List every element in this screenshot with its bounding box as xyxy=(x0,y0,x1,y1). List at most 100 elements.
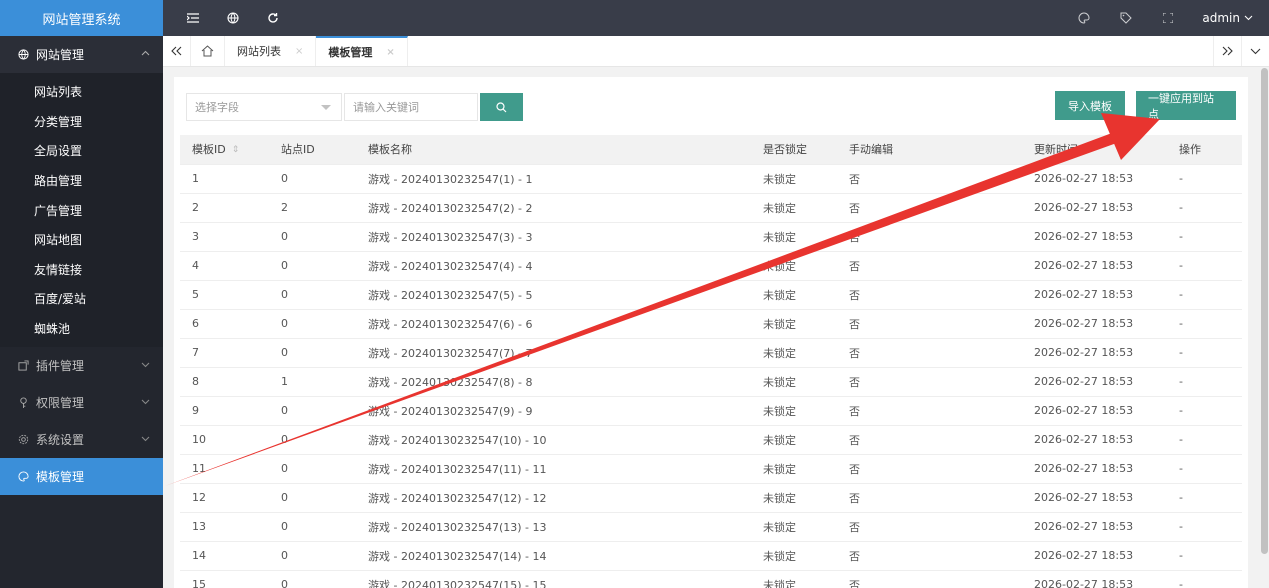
cell-template-id: 11 xyxy=(180,454,269,484)
cell-template-name: 游戏 - 20240130232547(7) - 7 xyxy=(356,338,751,368)
cell-site-id: 0 xyxy=(269,541,356,571)
cell-template-id: 13 xyxy=(180,512,269,542)
user-menu[interactable]: admin xyxy=(1202,11,1253,25)
table-row: 5 0 游戏 - 20240130232547(5) - 5 未锁定否 2026-02-… xyxy=(180,280,1242,310)
table-row: 14 0 游戏 - 20240130232547(14) - 14 未锁定否 2026-… xyxy=(180,541,1242,571)
sidebar-item-routes[interactable]: 路由管理 xyxy=(0,166,163,196)
sidebar-item-templates[interactable]: 模板管理 xyxy=(0,458,163,496)
tabs-menu-button[interactable] xyxy=(1241,36,1269,66)
tab-templates[interactable]: 模板管理 × xyxy=(316,36,408,66)
close-icon[interactable]: × xyxy=(295,46,303,57)
sidebar-group-website[interactable]: 网站管理 xyxy=(0,36,163,73)
palette-icon xyxy=(16,470,30,484)
sidebar-item-baidu[interactable]: 百度/爱站 xyxy=(0,284,163,314)
cell-locked: 未锁定 xyxy=(751,570,837,588)
cell-updated-time: 2026-02-27 18:53 xyxy=(1022,425,1167,455)
template-table: 模板ID ⇕ 站点ID 模板名称 是否锁定 手动编辑 更新时间 操作 1 0 游戏 -… xyxy=(180,135,1242,588)
cell-manual-edit: 否 xyxy=(837,570,1022,588)
cell-site-id: 0 xyxy=(269,222,356,252)
refresh-icon[interactable] xyxy=(263,8,283,28)
sidebar-item-sitemap[interactable]: 网站地图 xyxy=(0,225,163,255)
sidebar-group-permissions[interactable]: 权限管理 xyxy=(0,384,163,421)
sidebar-group-label: 插件管理 xyxy=(36,359,85,374)
cell-manual-edit: 否 xyxy=(837,483,1022,513)
search-button[interactable] xyxy=(480,93,523,121)
double-chevron-left-icon xyxy=(171,46,182,56)
tab-site-list[interactable]: 网站列表 × xyxy=(225,36,317,66)
cell-locked: 未锁定 xyxy=(751,541,837,571)
page-scrollbar[interactable] xyxy=(1261,68,1268,554)
table-row: 13 0 游戏 - 20240130232547(13) - 13 未锁定否 2026-… xyxy=(180,512,1242,542)
cell-manual-edit: 否 xyxy=(837,541,1022,571)
cell-manual-edit: 否 xyxy=(837,280,1022,310)
cell-actions: - xyxy=(1167,541,1242,571)
cell-site-id: 0 xyxy=(269,309,356,339)
sidebar-group-label: 网站管理 xyxy=(36,48,85,62)
table-row: 10 0 游戏 - 20240130232547(10) - 10 未锁定否 2026-… xyxy=(180,425,1242,455)
cell-manual-edit: 否 xyxy=(837,222,1022,252)
fullscreen-icon[interactable] xyxy=(1158,8,1178,28)
table-row: 2 2 游戏 - 20240130232547(2) - 2 未锁定否 2026-02-… xyxy=(180,193,1242,223)
import-template-button[interactable]: 导入模板 xyxy=(1055,91,1125,120)
header-template-name: 模板名称 xyxy=(356,135,751,165)
chevron-down-icon xyxy=(1250,48,1261,54)
cell-template-id: 4 xyxy=(180,251,269,281)
cell-updated-time: 2026-02-27 18:53 xyxy=(1022,193,1167,223)
cell-updated-time: 2026-02-27 18:53 xyxy=(1022,512,1167,542)
cell-template-name: 游戏 - 20240130232547(12) - 12 xyxy=(356,483,751,513)
sidebar-item-category[interactable]: 分类管理 xyxy=(0,107,163,137)
menu-toggle-icon[interactable] xyxy=(183,8,203,28)
cell-actions: - xyxy=(1167,164,1242,194)
cell-template-name: 游戏 - 20240130232547(10) - 10 xyxy=(356,425,751,455)
tab-home[interactable] xyxy=(191,36,225,66)
header-template-id[interactable]: 模板ID ⇕ xyxy=(180,135,269,165)
cell-updated-time: 2026-02-27 18:53 xyxy=(1022,570,1167,588)
table-row: 3 0 游戏 - 20240130232547(3) - 3 未锁定否 2026-02-… xyxy=(180,222,1242,252)
chevron-down-icon xyxy=(139,433,151,445)
table-row: 15 0 游戏 - 20240130232547(15) - 15 未锁定否 2026-… xyxy=(180,570,1242,588)
sidebar-item-spider-pool[interactable]: 蜘蛛池 xyxy=(0,314,163,344)
table-row: 11 0 游戏 - 20240130232547(11) - 11 未锁定否 2026-… xyxy=(180,454,1242,484)
cell-updated-time: 2026-02-27 18:53 xyxy=(1022,396,1167,426)
cell-manual-edit: 否 xyxy=(837,396,1022,426)
sort-icon[interactable]: ⇕ xyxy=(232,145,240,155)
theme-icon[interactable] xyxy=(1074,8,1094,28)
apply-to-sites-button[interactable]: 一键应用到站点 xyxy=(1136,91,1236,121)
table-row: 8 1 游戏 - 20240130232547(8) - 8 未锁定否 2026-02-… xyxy=(180,367,1242,397)
tabs-scroll-right-button[interactable] xyxy=(1213,36,1241,66)
cell-site-id: 0 xyxy=(269,425,356,455)
sidebar-item-site-list[interactable]: 网站列表 xyxy=(0,77,163,107)
cell-site-id: 0 xyxy=(269,164,356,194)
tag-icon[interactable] xyxy=(1116,8,1136,28)
keyword-input[interactable] xyxy=(344,93,478,121)
header-manual-edit: 手动编辑 xyxy=(837,135,1022,165)
cell-actions: - xyxy=(1167,251,1242,281)
table-row: 7 0 游戏 - 20240130232547(7) - 7 未锁定否 2026-02-… xyxy=(180,338,1242,368)
globe-icon[interactable] xyxy=(223,8,243,28)
table-row: 12 0 游戏 - 20240130232547(12) - 12 未锁定否 2026-… xyxy=(180,483,1242,513)
cell-site-id: 0 xyxy=(269,251,356,281)
content-panel: 选择字段 导入模板 一键应用到站点 模板ID⇕ 站点ID 模板名称 是否锁定 手… xyxy=(174,77,1248,588)
cell-manual-edit: 否 xyxy=(837,425,1022,455)
tabs-scroll-left-button[interactable] xyxy=(163,36,191,66)
key-icon xyxy=(16,396,30,410)
chevron-down-icon xyxy=(139,396,151,408)
cell-locked: 未锁定 xyxy=(751,309,837,339)
table-row: 9 0 游戏 - 20240130232547(9) - 9 未锁定否 2026-02-… xyxy=(180,396,1242,426)
cell-locked: 未锁定 xyxy=(751,425,837,455)
cell-locked: 未锁定 xyxy=(751,222,837,252)
sidebar-item-global-settings[interactable]: 全局设置 xyxy=(0,136,163,166)
cell-template-name: 游戏 - 20240130232547(1) - 1 xyxy=(356,164,751,194)
sidebar-group-plugins[interactable]: 插件管理 xyxy=(0,347,163,384)
close-icon[interactable]: × xyxy=(386,47,394,58)
cell-updated-time: 2026-02-27 18:53 xyxy=(1022,164,1167,194)
sidebar-group-system-settings[interactable]: 系统设置 xyxy=(0,421,163,458)
cell-template-id: 3 xyxy=(180,222,269,252)
field-select[interactable]: 选择字段 xyxy=(186,93,342,121)
cell-template-name: 游戏 - 20240130232547(4) - 4 xyxy=(356,251,751,281)
cell-updated-time: 2026-02-27 18:53 xyxy=(1022,483,1167,513)
sidebar-item-friend-links[interactable]: 友情链接 xyxy=(0,255,163,285)
cell-site-id: 1 xyxy=(269,367,356,397)
sidebar-group-label: 系统设置 xyxy=(36,433,85,448)
sidebar-item-ads[interactable]: 广告管理 xyxy=(0,195,163,225)
